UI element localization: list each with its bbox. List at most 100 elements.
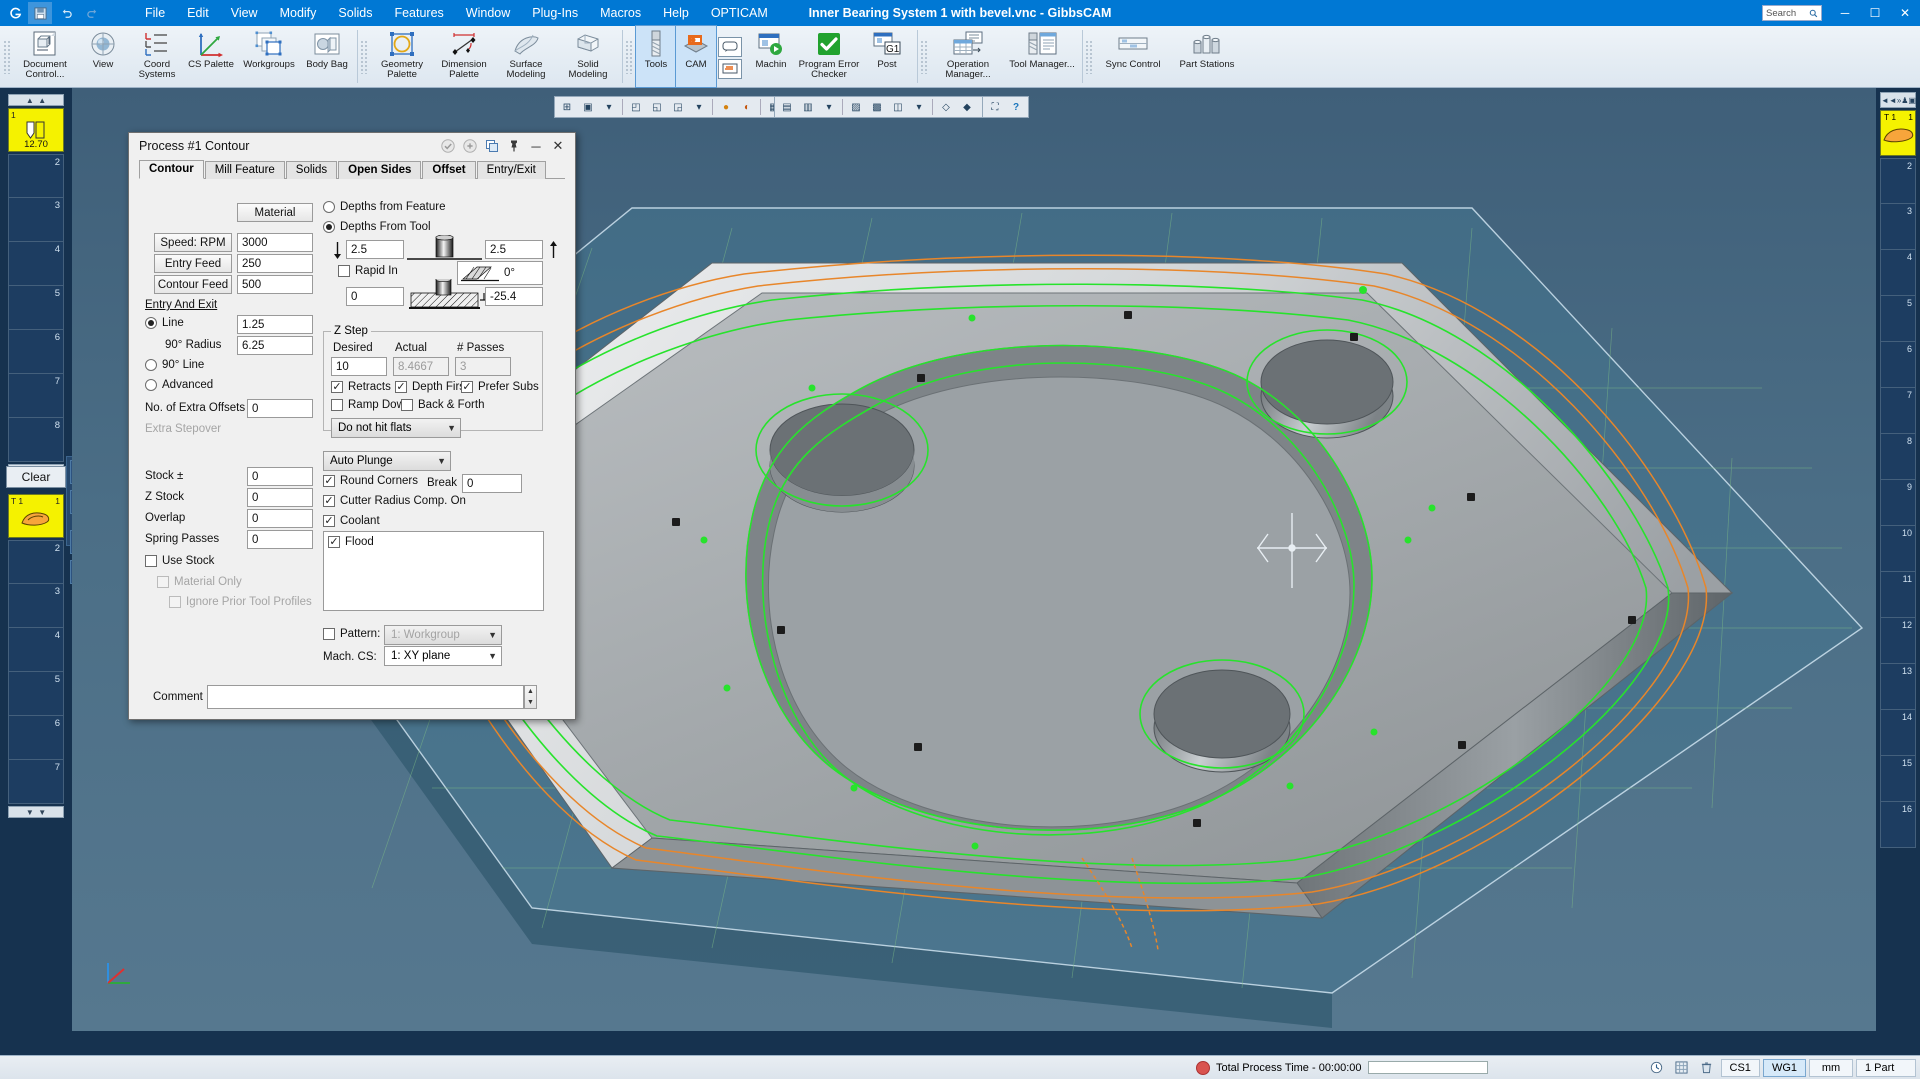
prefer-subs-row[interactable]: Prefer Subs — [461, 381, 539, 393]
chevron-down-icon[interactable]: ▾ — [689, 98, 709, 116]
cs-indicator[interactable]: CS1 — [1721, 1059, 1760, 1077]
zstock-input[interactable]: 0 — [247, 488, 313, 507]
process-row[interactable]: 4 — [8, 628, 64, 672]
cam-list-icon[interactable] — [718, 59, 742, 79]
render-wire-icon[interactable]: ◐ — [737, 98, 757, 116]
round-corners-row[interactable]: Round Corners — [323, 475, 418, 487]
ribbon-post[interactable]: G1 Post — [860, 26, 914, 87]
right-row[interactable]: 5 — [1880, 296, 1916, 342]
menu-plugins[interactable]: Plug-Ins — [521, 2, 589, 24]
comment-input[interactable] — [207, 685, 524, 709]
right-row[interactable]: 7 — [1880, 388, 1916, 434]
depth-bottom-right-input[interactable]: -25.4 — [485, 287, 543, 306]
back-forth-row[interactable]: Back & Forth — [401, 399, 484, 411]
ribbon-program-error-checker[interactable]: Program Error Checker — [798, 26, 860, 87]
fullscreen-icon[interactable]: ⛶ — [985, 98, 1005, 116]
tool-list-icon[interactable] — [718, 37, 742, 57]
process-row[interactable]: 3 — [8, 584, 64, 628]
depth-top-right-input[interactable]: 2.5 — [485, 240, 543, 259]
ribbon-coord-systems[interactable]: Coord Systems — [130, 26, 184, 87]
line90-radio-row[interactable]: 90° Line — [145, 359, 204, 371]
view-iso-icon[interactable]: ▩ — [867, 98, 887, 116]
parts-indicator[interactable]: 1 Part — [1856, 1059, 1916, 1077]
units-indicator[interactable]: mm — [1809, 1059, 1853, 1077]
spring-passes-input[interactable]: 0 — [247, 530, 313, 549]
pattern-checkbox[interactable] — [323, 628, 335, 640]
process-contour-dialog[interactable]: Process #1 Contour ─ ✕ Contour — [128, 132, 576, 720]
view-top-icon[interactable]: ▥ — [798, 98, 818, 116]
redo-icon[interactable] — [80, 2, 104, 24]
search-input[interactable]: Search — [1762, 5, 1822, 21]
menu-opticam[interactable]: OPTICAM — [700, 2, 779, 24]
view-side-icon[interactable]: ▨ — [846, 98, 866, 116]
contour-feed-button[interactable]: Contour Feed — [154, 275, 232, 294]
tool-row[interactable]: 3 — [8, 198, 64, 242]
layers-icon[interactable]: ◆ — [957, 98, 977, 116]
gibbs-logo-icon[interactable] — [4, 2, 26, 24]
right-tool-slot[interactable]: T 1 1 — [1880, 110, 1916, 156]
undo-icon[interactable] — [54, 2, 78, 24]
tab-mill-feature[interactable]: Mill Feature — [205, 161, 285, 179]
right-row[interactable]: 10 — [1880, 526, 1916, 572]
right-row[interactable]: 3 — [1880, 204, 1916, 250]
process-row[interactable]: 2 — [8, 540, 64, 584]
menu-window[interactable]: Window — [455, 2, 521, 24]
group-grip[interactable] — [3, 40, 12, 74]
chevron-down-icon[interactable]: ▾ — [819, 98, 839, 116]
line90-radio[interactable] — [145, 359, 157, 371]
overlap-input[interactable]: 0 — [247, 509, 313, 528]
back-forth-checkbox[interactable] — [401, 399, 413, 411]
render-shaded-icon[interactable]: ● — [716, 98, 736, 116]
group-grip[interactable] — [360, 40, 369, 74]
pattern-combo[interactable]: 1: Workgroup ▼ — [384, 625, 502, 645]
ok-check-button[interactable] — [437, 135, 459, 157]
ribbon-workgroups[interactable]: Workgroups — [238, 26, 300, 87]
right-row[interactable]: 14 — [1880, 710, 1916, 756]
ribbon-machine-sim[interactable]: Machin — [744, 26, 798, 87]
material-only-checkbox[interactable] — [157, 576, 169, 588]
group-grip[interactable] — [625, 40, 634, 74]
line-radio[interactable] — [145, 317, 157, 329]
process-row[interactable]: 5 — [8, 672, 64, 716]
clear-button[interactable]: Clear — [6, 466, 66, 488]
minimize-button[interactable]: ─ — [525, 135, 547, 157]
menu-modify[interactable]: Modify — [269, 2, 328, 24]
spin-down-icon[interactable]: ▼ — [525, 697, 536, 708]
tab-contour[interactable]: Contour — [139, 160, 204, 179]
zoom-out-icon[interactable]: ◱ — [647, 98, 667, 116]
line-value-input[interactable]: 1.25 — [237, 315, 313, 334]
menu-features[interactable]: Features — [383, 2, 454, 24]
measure-icon[interactable]: ◇ — [936, 98, 956, 116]
right-row[interactable]: 8 — [1880, 434, 1916, 480]
hit-flats-combo[interactable]: Do not hit flats ▼ — [331, 418, 461, 438]
ribbon-cs-palette[interactable]: CS Palette — [184, 26, 238, 87]
comment-spinner[interactable]: ▲ ▼ — [524, 685, 537, 709]
right-row[interactable]: 2 — [1880, 158, 1916, 204]
plunge-combo[interactable]: Auto Plunge ▼ — [323, 451, 451, 471]
tab-offset[interactable]: Offset — [422, 161, 475, 179]
right-row[interactable]: 9 — [1880, 480, 1916, 526]
stock-input[interactable]: 0 — [247, 467, 313, 486]
fit-view-icon[interactable]: ⊞ — [557, 98, 577, 116]
spin-up-icon[interactable]: ▲ — [525, 686, 536, 697]
menu-view[interactable]: View — [220, 2, 269, 24]
depth-first-checkbox[interactable] — [395, 381, 407, 393]
material-button[interactable]: Material — [237, 203, 313, 222]
process-row[interactable]: 6 — [8, 716, 64, 760]
depths-from-tool-radio[interactable] — [323, 221, 335, 233]
tool-row[interactable]: 2 — [8, 154, 64, 198]
copy-button[interactable] — [481, 135, 503, 157]
tool-row[interactable]: 6 — [8, 330, 64, 374]
process-row[interactable]: 7 — [8, 760, 64, 804]
cancel-circle-button[interactable] — [459, 135, 481, 157]
group-grip[interactable] — [920, 40, 929, 74]
tool-row[interactable]: 8 — [8, 418, 64, 462]
help-icon[interactable]: ? — [1006, 98, 1026, 116]
ribbon-surface-modeling[interactable]: Surface Modeling — [495, 26, 557, 87]
coolant-checkbox[interactable] — [323, 515, 335, 527]
depths-from-feature-radio[interactable] — [323, 201, 335, 213]
maximize-button[interactable]: ☐ — [1860, 0, 1890, 26]
group-grip[interactable] — [1085, 40, 1094, 74]
ignore-prior-row[interactable]: Ignore Prior Tool Profiles — [169, 596, 312, 608]
right-row[interactable]: 16 — [1880, 802, 1916, 848]
